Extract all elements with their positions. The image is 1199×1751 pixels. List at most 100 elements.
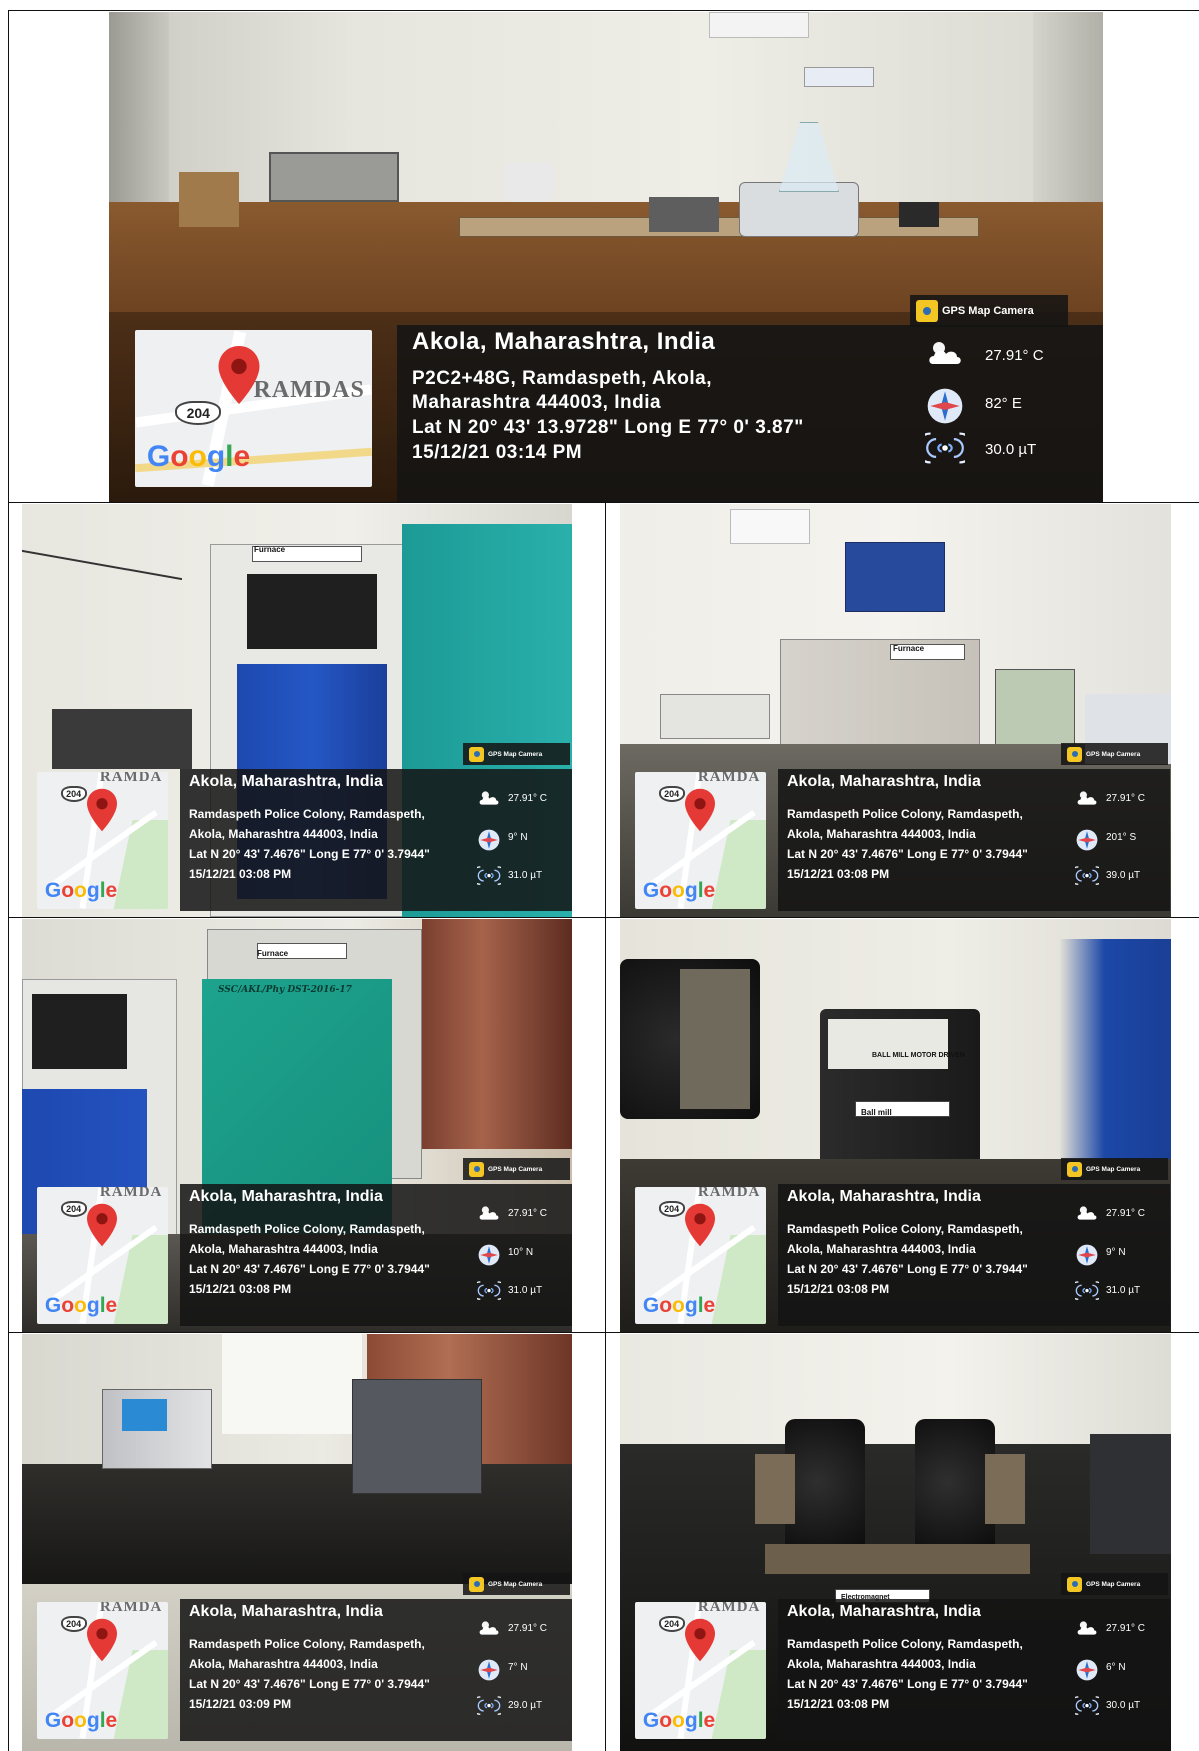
magnetic-reading: 31.0 µT: [508, 870, 543, 881]
magnetic-reading: 31.0 µT: [1106, 1285, 1141, 1296]
google-logo-letter: G: [642, 878, 660, 902]
google-logo: Google: [147, 440, 250, 474]
gps-map-camera-badge: GPS Map Camera: [463, 743, 570, 765]
google-logo-letter: G: [44, 878, 62, 902]
location-city: Akola, Maharashtra, India: [189, 1188, 383, 1205]
google-logo-letter: g: [86, 878, 100, 902]
coordinates: Lat N 20° 43' 7.4676" Long E 77° 0' 3.79…: [787, 1262, 1028, 1276]
location-map-thumbnail: 204 RAMDAS Google: [135, 330, 372, 487]
magnetic-field-icon: [1069, 865, 1105, 890]
camera-icon: [469, 746, 484, 762]
google-logo-letter: o: [170, 439, 189, 473]
address-line-1: P2C2+48G, Ramdaspeth, Akola,: [412, 368, 712, 389]
google-logo-letter: o: [672, 1293, 685, 1317]
magnetic-reading: 39.0 µT: [1106, 870, 1141, 881]
address-line-2: Akola, Maharashtra 444003, India: [189, 1242, 378, 1256]
google-logo-letter: g: [684, 878, 698, 902]
column-divider: [605, 502, 606, 1751]
map-area-label: RAMDA: [697, 1602, 761, 1615]
google-logo-letter: l: [225, 439, 234, 473]
highway-shield: 204: [60, 785, 87, 802]
map-pin-icon: [86, 1618, 117, 1667]
magnetic-field-icon: [471, 865, 507, 890]
map-area-label: RAMDA: [99, 772, 163, 785]
magnetic-reading: 30.0 µT: [985, 441, 1037, 458]
google-logo: Google: [45, 879, 117, 903]
map-pin-icon: [684, 1618, 715, 1667]
address-line-2: Akola, Maharashtra 444003, India: [189, 827, 378, 841]
google-logo-letter: G: [44, 1708, 62, 1732]
google-logo-letter: g: [684, 1293, 698, 1317]
google-logo: Google: [643, 879, 715, 903]
magnetic-field-icon: [1069, 1695, 1105, 1720]
direction-reading: 201° S: [1106, 832, 1137, 843]
location-map-thumbnail: RAMDA 204 Google: [635, 1187, 766, 1324]
google-logo-letter: o: [659, 878, 673, 902]
google-logo-letter: o: [74, 1293, 87, 1317]
google-logo-letter: o: [672, 878, 685, 902]
google-logo-letter: e: [233, 439, 251, 473]
compass-icon: [477, 1658, 501, 1687]
google-logo-letter: g: [86, 1293, 100, 1317]
camera-icon: [469, 1576, 484, 1592]
magnetic-field-icon: [915, 432, 975, 469]
cloud-sun-icon: [477, 1619, 501, 1642]
temperature-reading: 27.91° C: [985, 347, 1044, 364]
google-logo: Google: [643, 1294, 715, 1318]
location-city: Akola, Maharashtra, India: [787, 1603, 981, 1620]
google-logo-letter: g: [206, 439, 226, 473]
google-logo-letter: e: [105, 1708, 118, 1732]
address-line-1: Ramdaspeth Police Colony, Ramdaspeth,: [189, 1637, 425, 1651]
compass-icon: [1075, 1243, 1099, 1272]
google-logo-letter: o: [672, 1708, 685, 1732]
address-line-1: Ramdaspeth Police Colony, Ramdaspeth,: [189, 807, 425, 821]
location-map-thumbnail: RAMDA 204 Google: [37, 1602, 168, 1739]
google-logo: Google: [45, 1294, 117, 1318]
map-area-label: RAMDAS: [253, 377, 365, 404]
map-pin-icon: [684, 1203, 715, 1252]
equipment-label: SSC/AKL/Phy DST-2016-17: [218, 985, 352, 995]
gps-badge-label: GPS Map Camera: [1086, 750, 1141, 758]
address-line-1: Ramdaspeth Police Colony, Ramdaspeth,: [787, 807, 1023, 821]
address-line-1: Ramdaspeth Police Colony, Ramdaspeth,: [787, 1637, 1023, 1651]
address-line-1: Ramdaspeth Police Colony, Ramdaspeth,: [189, 1222, 425, 1236]
direction-reading: 6° N: [1106, 1662, 1126, 1673]
magnetic-field-icon: [471, 1695, 507, 1720]
google-logo-letter: G: [146, 439, 171, 473]
map-pin-icon: [86, 1203, 117, 1252]
compass-icon: [1075, 828, 1099, 857]
map-area-label: RAMDA: [697, 1187, 761, 1200]
google-logo-letter: g: [86, 1708, 100, 1732]
row-divider-1: [8, 502, 1199, 503]
magnetic-reading: 30.0 µT: [1106, 1700, 1141, 1711]
camera-icon: [469, 1161, 484, 1177]
google-logo-letter: o: [659, 1293, 673, 1317]
magnetic-field-icon: [471, 1280, 507, 1305]
timestamp: 15/12/21 03:08 PM: [189, 867, 292, 881]
camera-icon: [916, 300, 938, 322]
table-left-border: [8, 10, 9, 1751]
direction-reading: 7° N: [508, 1662, 528, 1673]
highway-shield: 204: [658, 785, 685, 802]
magnetic-reading: 31.0 µT: [508, 1285, 543, 1296]
cloud-sun-icon: [925, 338, 965, 373]
cloud-sun-icon: [477, 1204, 501, 1227]
gps-map-camera-badge: GPS Map Camera: [910, 295, 1068, 327]
camera-icon: [1067, 1161, 1082, 1177]
timestamp: 15/12/21 03:08 PM: [787, 1697, 890, 1711]
google-logo-letter: o: [74, 1708, 87, 1732]
equipment-label: Furnace: [254, 545, 286, 554]
google-logo-letter: G: [642, 1293, 660, 1317]
direction-reading: 10° N: [508, 1247, 534, 1258]
google-logo-letter: e: [703, 1293, 716, 1317]
google-logo-letter: o: [61, 1293, 75, 1317]
gps-map-camera-badge: GPS Map Camera: [1061, 743, 1168, 765]
location-city: Akola, Maharashtra, India: [787, 773, 981, 790]
compass-icon: [925, 386, 965, 431]
coordinates: Lat N 20° 43' 13.9728" Long E 77° 0' 3.8…: [412, 417, 804, 438]
highway-shield: 204: [60, 1200, 87, 1217]
gps-map-camera-badge: GPS Map Camera: [463, 1573, 570, 1595]
gps-badge-label: GPS Map Camera: [942, 305, 1034, 317]
coordinates: Lat N 20° 43' 7.4676" Long E 77° 0' 3.79…: [189, 847, 430, 861]
gps-badge-label: GPS Map Camera: [488, 1580, 543, 1588]
